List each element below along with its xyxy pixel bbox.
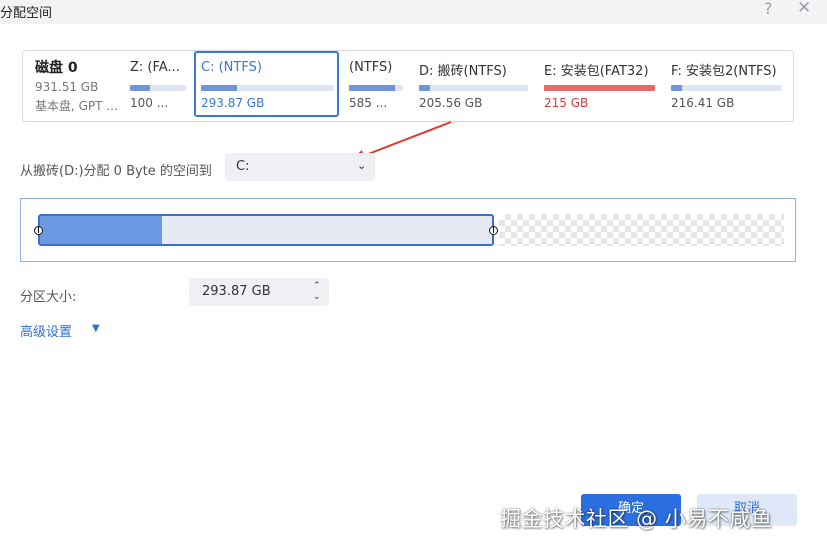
partition-card-d[interactable]: D: 搬砖(NTFS) 205.56 GB	[413, 54, 533, 116]
disk-size: 931.51 GB	[35, 80, 99, 94]
partition-usage-bar	[419, 85, 528, 91]
stepper-up-icon[interactable]: ⌃	[313, 281, 321, 291]
partition-label: D: 搬砖(NTFS)	[419, 64, 507, 79]
partition-label: F: 安装包2(NTFS)	[671, 64, 777, 79]
partition-usage-bar	[201, 85, 334, 91]
watermark-text: 掘金技术社区 @ 小易不咸鱼	[500, 507, 773, 531]
partition-usage-bar	[130, 85, 186, 91]
partition-card-f[interactable]: F: 安装包2(NTFS) 216.41 GB	[665, 54, 787, 116]
disk-name: 磁盘 0	[35, 60, 78, 76]
close-icon[interactable]: ✕	[797, 0, 811, 18]
partition-size-label: 分区大小:	[20, 290, 77, 305]
partition-card-c[interactable]: C: (NTFS) 293.87 GB	[194, 51, 339, 117]
partition-size: 205.56 GB	[419, 96, 483, 110]
partition-size: 293.87 GB	[201, 96, 265, 110]
dialog-title: 分配空间	[0, 6, 53, 21]
partition-size: 215 GB	[544, 96, 589, 110]
partition-label: Z: (FA...	[130, 60, 180, 75]
help-icon[interactable]: ?	[764, 0, 773, 18]
partition-size-input[interactable]: 293.87 GB	[189, 278, 329, 306]
partition-usage-bar	[544, 85, 655, 91]
partition-label: C: (NTFS)	[201, 60, 262, 75]
caret-down-icon[interactable]: ▼	[92, 323, 100, 334]
resize-handle-right[interactable]	[489, 226, 498, 235]
stepper-down-icon[interactable]: ⌄	[313, 292, 321, 302]
partition-card-e[interactable]: E: 安装包(FAT32) 215 GB	[538, 54, 660, 116]
partition-size: 100 ...	[130, 96, 169, 110]
allocate-from-label: 从搬砖(D:)分配 0 Byte 的空间到	[20, 164, 212, 179]
partition-usage-bar	[349, 85, 403, 91]
advanced-settings-link[interactable]: 高级设置	[20, 321, 72, 340]
partition-card-ntfs[interactable]: (NTFS) 585 ...	[343, 54, 407, 116]
resize-handle-left[interactable]	[34, 226, 43, 235]
target-partition-select[interactable]: C:	[225, 153, 375, 181]
partition-label: E: 安装包(FAT32)	[544, 64, 649, 79]
unallocated-space	[499, 214, 784, 246]
partition-size: 585 ...	[349, 96, 388, 110]
used-space-fill	[40, 216, 162, 244]
disk-type: 基本盘, GPT ...	[35, 99, 118, 113]
partition-card-z[interactable]: Z: (FA... 100 ...	[124, 54, 192, 116]
title-bar	[0, 0, 827, 24]
chevron-down-icon[interactable]: ⌄	[357, 159, 366, 172]
partition-label: (NTFS)	[349, 60, 393, 75]
partition-size: 216.41 GB	[671, 96, 735, 110]
partition-usage-bar	[671, 85, 782, 91]
